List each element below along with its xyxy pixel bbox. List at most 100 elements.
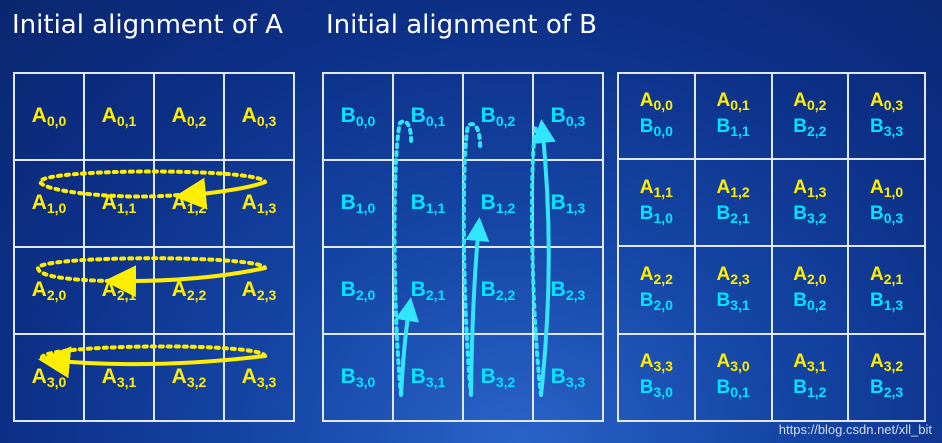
aligned-cell-2-2: A2,0 B0,2 bbox=[771, 246, 849, 334]
aligned-cell-2-3: A2,1 B1,3 bbox=[848, 246, 925, 334]
matrix-b-cell-3-2: B3,2 bbox=[463, 334, 533, 421]
aligned-b-label: B3,0 bbox=[639, 377, 673, 401]
matrix-a-label: A1,1 bbox=[101, 191, 137, 216]
aligned-cell-0-1: A0,1 B1,1 bbox=[694, 73, 772, 159]
matrix-b-label: B0,2 bbox=[480, 104, 516, 129]
aligned-cell-2-0: A2,2 B2,0 bbox=[618, 246, 695, 334]
matrix-a-label: A3,1 bbox=[101, 365, 137, 390]
matrix-b-label: B1,2 bbox=[480, 191, 516, 216]
matrix-a-cell-0-3: A0,3 bbox=[224, 73, 294, 160]
matrix-b-cell-0-2: B0,2 bbox=[463, 73, 533, 160]
aligned-cell-3-2: A3,1 B1,2 bbox=[771, 333, 849, 421]
aligned-a-label: A0,2 bbox=[793, 90, 827, 113]
title-initial-alignment-b: Initial alignment of B bbox=[326, 10, 597, 40]
aligned-a-label: A2,3 bbox=[716, 263, 750, 287]
aligned-b-label: B0,3 bbox=[870, 202, 904, 226]
aligned-a-label: A0,0 bbox=[639, 90, 673, 113]
aligned-b-label: B1,3 bbox=[870, 289, 904, 313]
aligned-a-label: A0,1 bbox=[716, 90, 750, 113]
matrix-a-cell-1-0: A1,0 bbox=[14, 160, 84, 247]
matrix-a-label: A2,2 bbox=[171, 278, 207, 303]
aligned-cell-1-3: A1,0 B0,3 bbox=[848, 159, 925, 247]
aligned-b-label: B2,2 bbox=[793, 116, 827, 139]
matrix-b-label: B2,1 bbox=[410, 278, 446, 303]
aligned-b-label: B3,3 bbox=[870, 116, 904, 139]
matrix-b-cell-0-1: B0,1 bbox=[393, 73, 463, 160]
matrix-a-cell-2-0: A2,0 bbox=[14, 247, 84, 334]
aligned-cell-3-0: A3,3 B3,0 bbox=[618, 333, 695, 421]
aligned-a-label: A1,1 bbox=[639, 176, 673, 200]
aligned-cell-1-2: A1,3 B3,2 bbox=[771, 159, 849, 247]
matrix-b-cell-2-3: B2,3 bbox=[533, 247, 603, 334]
aligned-cell-0-0: A0,0 B0,0 bbox=[618, 73, 695, 159]
matrix-b-label: B3,1 bbox=[410, 365, 446, 390]
matrix-b-cell-2-0: B2,0 bbox=[323, 247, 393, 334]
aligned-b-label: B3,1 bbox=[716, 289, 750, 313]
matrix-a-label: A0,1 bbox=[101, 104, 137, 129]
matrix-a-cell-2-1: A2,1 bbox=[84, 247, 154, 334]
aligned-b-label: B0,2 bbox=[793, 289, 827, 313]
matrix-b-cell-3-1: B3,1 bbox=[393, 334, 463, 421]
matrix-b-label: B2,2 bbox=[480, 278, 516, 303]
matrix-b-label: B3,2 bbox=[480, 365, 516, 390]
matrix-b-cell-1-0: B1,0 bbox=[323, 160, 393, 247]
matrix-b-cell-3-0: B3,0 bbox=[323, 334, 393, 421]
matrix-a-label: A2,0 bbox=[31, 278, 67, 303]
title-initial-alignment-a: Initial alignment of A bbox=[12, 10, 283, 40]
matrix-a-cell-3-1: A3,1 bbox=[84, 334, 154, 421]
matrix-a-cell-1-1: A1,1 bbox=[84, 160, 154, 247]
aligned-a-label: A1,2 bbox=[716, 176, 750, 200]
aligned-cell-3-1: A3,0 B0,1 bbox=[694, 333, 772, 421]
matrix-a-cell-0-1: A0,1 bbox=[84, 73, 154, 160]
matrix-b-cell-0-3: B0,3 bbox=[533, 73, 603, 160]
matrix-a-label: A3,3 bbox=[241, 365, 277, 390]
matrix-a-label: A2,1 bbox=[101, 278, 137, 303]
matrix-a-cell-1-3: A1,3 bbox=[224, 160, 294, 247]
matrix-b-label: B1,1 bbox=[410, 191, 446, 216]
matrix-a-label: A2,3 bbox=[241, 278, 277, 303]
aligned-b-label: B2,3 bbox=[870, 377, 904, 401]
matrix-b-cell-1-3: B1,3 bbox=[533, 160, 603, 247]
aligned-cell-0-2: A0,2 B2,2 bbox=[771, 73, 849, 159]
aligned-b-label: B1,0 bbox=[639, 202, 673, 226]
matrix-b-label: B3,3 bbox=[550, 365, 586, 390]
matrix-a-cell-3-0: A3,0 bbox=[14, 334, 84, 421]
matrix-a-label: A3,2 bbox=[171, 365, 207, 390]
aligned-a-label: A3,1 bbox=[793, 351, 827, 375]
aligned-b-label: B2,0 bbox=[639, 289, 673, 313]
matrix-a-label: A3,0 bbox=[31, 365, 67, 390]
matrix-b-label: B0,3 bbox=[550, 104, 586, 129]
matrix-a-label: A1,3 bbox=[241, 191, 277, 216]
matrix-b-grid: B0,0 B0,1 B0,2 B0,3 B1,0 B1,1 B1,2 B1,3 B2,0 B2,1… bbox=[322, 72, 604, 422]
matrix-a-cell-1-2: A1,2 bbox=[154, 160, 224, 247]
aligned-b-label: B3,2 bbox=[793, 202, 827, 226]
aligned-cell-0-3: A0,3 B3,3 bbox=[848, 73, 925, 159]
matrix-b-label: B2,3 bbox=[550, 278, 586, 303]
aligned-a-label: A3,0 bbox=[716, 351, 750, 375]
matrix-b-cell-2-1: B2,1 bbox=[393, 247, 463, 334]
matrix-a-label: A0,3 bbox=[241, 104, 277, 129]
matrix-b-label: B1,3 bbox=[550, 191, 586, 216]
aligned-a-label: A3,3 bbox=[639, 351, 673, 375]
aligned-b-label: B1,2 bbox=[793, 377, 827, 401]
aligned-b-label: B0,0 bbox=[639, 116, 673, 139]
matrix-a-grid: A0,0 A0,1 A0,2 A0,3 A1,0 A1,1 A1,2 A1,3 A2,0 A2,1… bbox=[13, 72, 295, 422]
matrix-b-label: B3,0 bbox=[340, 365, 376, 390]
matrix-a-cell-0-2: A0,2 bbox=[154, 73, 224, 160]
aligned-cell-2-1: A2,3 B3,1 bbox=[694, 246, 772, 334]
matrix-a-cell-3-2: A3,2 bbox=[154, 334, 224, 421]
matrix-a-label: A1,0 bbox=[31, 191, 67, 216]
aligned-result-grid: A0,0 B0,0 A0,1 B1,1 A0,2 B2,2 A0,3 B3,3 A1,1 B1,0… bbox=[617, 72, 926, 422]
aligned-a-label: A2,0 bbox=[793, 263, 827, 287]
aligned-a-label: A3,2 bbox=[870, 351, 904, 375]
aligned-a-label: A1,3 bbox=[793, 176, 827, 200]
aligned-a-label: A2,2 bbox=[639, 263, 673, 287]
aligned-b-label: B0,1 bbox=[716, 377, 750, 401]
matrix-b-label: B2,0 bbox=[340, 278, 376, 303]
matrix-b-cell-1-2: B1,2 bbox=[463, 160, 533, 247]
matrix-b-label: B1,0 bbox=[340, 191, 376, 216]
aligned-cell-1-0: A1,1 B1,0 bbox=[618, 159, 695, 247]
matrix-a-cell-0-0: A0,0 bbox=[14, 73, 84, 160]
aligned-b-label: B1,1 bbox=[716, 116, 750, 139]
aligned-a-label: A0,3 bbox=[870, 90, 904, 113]
